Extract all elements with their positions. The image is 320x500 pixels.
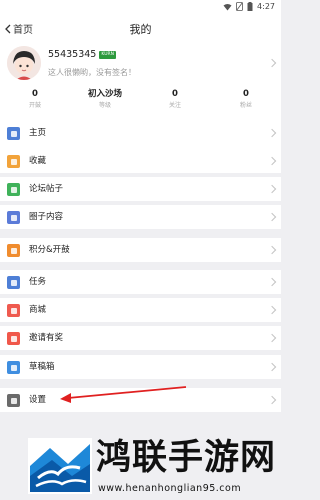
- watermark-title: 鸿联手游网: [96, 437, 277, 478]
- mountain-logo-icon: [30, 440, 90, 492]
- watermark-url: www.henanhonglian95.com: [98, 483, 242, 494]
- watermark: 鸿联手游网 www.henanhonglian95.com: [28, 436, 281, 500]
- watermark-logo: [28, 438, 92, 494]
- arrow-head: [60, 393, 71, 403]
- annotation-arrow: [60, 386, 187, 403]
- arrow-shaft: [67, 386, 187, 399]
